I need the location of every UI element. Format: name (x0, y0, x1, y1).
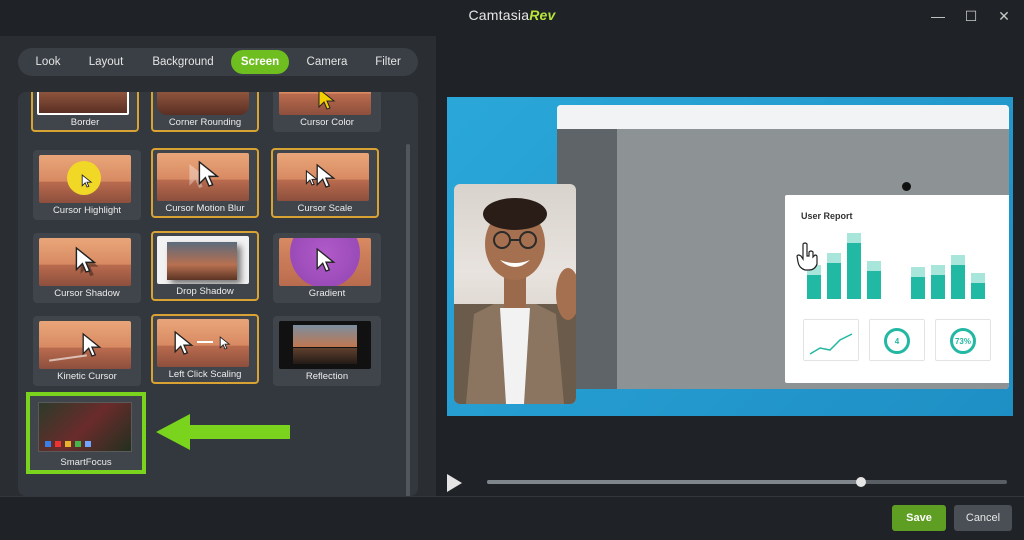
left-click-scaling-thumbnail (157, 319, 249, 367)
border-thumbnail (37, 92, 129, 115)
minimize-button[interactable]: — (928, 6, 948, 26)
timeline-track[interactable] (487, 480, 1007, 484)
cursor-icon (198, 160, 220, 187)
app-title: CamtasiaRev (0, 7, 1024, 23)
kinetic-cursor-thumbnail (39, 321, 131, 369)
browser-toolbar (557, 105, 1009, 129)
effect-tile-cursor-color[interactable]: Cursor Color (273, 92, 381, 132)
ring-chart: 4 (884, 328, 910, 354)
report-title: User Report (801, 211, 853, 221)
effect-tile-reflection[interactable]: Reflection (273, 316, 381, 386)
effect-label: Cursor Shadow (54, 288, 120, 299)
cursor-highlight-thumbnail (39, 155, 131, 203)
app-title-brand: Rev (529, 7, 556, 23)
ring-value: 73% (954, 337, 971, 346)
hand-cursor-icon (796, 242, 818, 271)
tab-filter[interactable]: Filter (366, 50, 410, 74)
effect-label: Kinetic Cursor (57, 371, 117, 382)
effect-tile-border[interactable]: Border (31, 92, 139, 132)
effect-label: SmartFocus (60, 457, 112, 468)
effect-label: Cursor Highlight (52, 205, 122, 216)
effect-label: Cursor Motion Blur (165, 203, 245, 214)
close-button[interactable]: ✕ (994, 6, 1014, 26)
report-chart-left (807, 233, 897, 299)
cursor-motion-blur-thumbnail (157, 153, 249, 201)
drop-shadow-thumbnail (157, 236, 249, 284)
effect-tile-smartfocus[interactable]: SmartFocus (26, 392, 146, 474)
report-chart-right (911, 255, 1001, 299)
cursor-icon (81, 174, 93, 188)
metric-card: 4 (869, 319, 925, 361)
cursor-scale-thumbnail (277, 153, 369, 201)
save-button[interactable]: Save (892, 505, 946, 531)
effects-scrollbar[interactable] (406, 144, 410, 530)
reflection-thumbnail (279, 321, 371, 369)
tab-look[interactable]: Look (26, 50, 70, 74)
camera-feed (454, 184, 576, 404)
camtasia-rev-window: CamtasiaRev — ☐ ✕ Look Layout Background… (0, 0, 1024, 540)
app-title-main: Camtasia (468, 7, 530, 23)
smartfocus-thumbnail (38, 402, 132, 452)
cursor-color-thumbnail (279, 92, 371, 115)
preview-canvas[interactable]: User Report 4 73% (447, 97, 1013, 416)
effect-label: Gradient (308, 288, 346, 299)
ring-value: 4 (894, 337, 900, 346)
effect-tile-cursor-highlight[interactable]: Cursor Highlight (33, 150, 141, 220)
browser-window: User Report 4 73% (557, 105, 1009, 389)
corner-rounding-thumbnail (157, 92, 249, 115)
effect-tile-kinetic-cursor[interactable]: Kinetic Cursor (33, 316, 141, 386)
timeline-scrubber[interactable] (856, 477, 867, 487)
effect-label: Cursor Scale (297, 203, 353, 214)
cursor-icon (316, 163, 336, 188)
cursor-icon (174, 330, 194, 355)
yellow-cursor-icon (318, 92, 336, 110)
cursor-icon (82, 332, 102, 357)
cursor-shadow-thumbnail (39, 238, 131, 286)
effect-label: Border (70, 117, 100, 128)
tab-screen[interactable]: Screen (231, 50, 289, 74)
cursor-icon (75, 246, 97, 273)
effect-label: Corner Rounding (168, 117, 242, 128)
gradient-thumbnail (279, 238, 371, 286)
ring-chart: 73% (950, 328, 976, 354)
close-overlay-icon[interactable] (902, 182, 911, 191)
timeline-progress (487, 480, 862, 484)
effect-tile-drop-shadow[interactable]: Drop Shadow (151, 231, 259, 301)
cancel-button[interactable]: Cancel (954, 505, 1012, 531)
metric-card (803, 319, 859, 361)
play-icon[interactable] (444, 473, 464, 493)
effect-tile-cursor-shadow[interactable]: Cursor Shadow (33, 233, 141, 303)
effect-label: Left Click Scaling (168, 369, 242, 380)
effect-tabs: Look Layout Background Screen Camera Fil… (18, 48, 418, 76)
pointer-arrow-icon (156, 414, 290, 450)
metric-card: 73% (935, 319, 991, 361)
cursor-icon (316, 247, 336, 272)
user-report-card: User Report 4 73% (785, 195, 1009, 383)
effect-label: Reflection (305, 371, 349, 382)
tab-layout[interactable]: Layout (80, 50, 132, 74)
effect-tile-cursor-scale[interactable]: Cursor Scale (271, 148, 379, 218)
title-bar: CamtasiaRev — ☐ ✕ (0, 0, 1024, 32)
effect-tile-cursor-motion-blur[interactable]: Cursor Motion Blur (151, 148, 259, 218)
tab-camera[interactable]: Camera (300, 50, 354, 74)
effect-label: Drop Shadow (176, 286, 234, 297)
effect-tile-gradient[interactable]: Gradient (273, 233, 381, 303)
effect-tile-corner-rounding[interactable]: Corner Rounding (151, 92, 259, 132)
maximize-button[interactable]: ☐ (961, 6, 981, 26)
effect-label: Cursor Color (300, 117, 354, 128)
effect-tile-left-click-scaling[interactable]: Left Click Scaling (151, 314, 259, 384)
footer-bar (0, 496, 1024, 540)
tab-background[interactable]: Background (144, 50, 222, 74)
person-illustration (454, 198, 576, 404)
